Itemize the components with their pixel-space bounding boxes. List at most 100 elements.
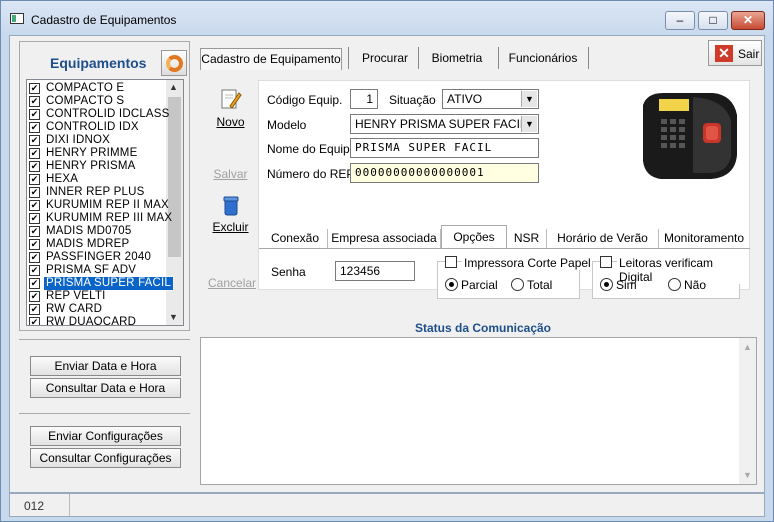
codigo-label: Código Equip. [267,93,343,107]
list-item[interactable]: ✔ CONTROLID IDCLASS [29,108,169,121]
enviar-data-hora-button[interactable]: Enviar Data e Hora [30,356,181,376]
item-checkbox[interactable]: ✔ [29,96,40,107]
list-item[interactable]: ✔ DIXI IDNOX [29,134,167,147]
list-item[interactable]: ✔ HENRY PRIMME [29,147,167,160]
window-title: Cadastro de Equipamentos [31,13,177,27]
list-item[interactable]: ✔ HENRY PRISMA [29,160,167,173]
title-bar: Cadastro de Equipamentos – □ ✕ [1,1,773,35]
tab-empresa-associada[interactable]: Empresa associada [328,229,441,249]
scroll-down-icon[interactable]: ▼ [743,470,752,480]
tab-conexao[interactable]: Conexão [263,229,328,249]
item-checkbox[interactable]: ✔ [29,200,40,211]
equipment-form: Código Equip. 1 Situação ATIVO ▼ Modelo … [258,80,750,299]
item-checkbox[interactable]: ✔ [29,317,40,325]
item-checkbox[interactable]: ✔ [29,291,40,302]
situacao-select[interactable]: ATIVO ▼ [442,89,539,109]
sair-button[interactable]: ✕ Sair [708,40,762,66]
modelo-label: Modelo [267,118,307,132]
tab-horario-verao[interactable]: Horário de Verão [547,229,659,249]
scroll-thumb[interactable] [168,97,181,257]
status-scrollbar[interactable]: ▲ ▼ [739,338,756,484]
item-checkbox[interactable]: ✔ [29,174,40,185]
list-item[interactable]: ✔ REP VELTI [29,290,167,303]
item-checkbox[interactable]: ✔ [29,187,40,198]
total-radio[interactable] [511,278,524,291]
item-checkbox[interactable]: ✔ [29,135,40,146]
status-log[interactable]: ▲ ▼ [200,337,757,485]
salvar-button[interactable]: Salvar [208,167,253,181]
item-checkbox[interactable]: ✔ [29,265,40,276]
maximize-button[interactable]: □ [698,11,728,30]
app-icon [10,13,24,24]
enviar-configuracoes-button[interactable]: Enviar Configurações [30,426,181,446]
senha-label: Senha [271,265,306,279]
item-checkbox[interactable]: ✔ [29,252,40,263]
rep-device-image [643,93,737,179]
item-checkbox[interactable]: ✔ [29,304,40,315]
tab-cadastro[interactable]: Cadastro de Equipamento [200,48,342,70]
parcial-label: Parcial [461,278,498,292]
list-item[interactable]: ✔ KURUMIM REP II MAX [29,199,169,212]
consultar-configuracoes-button[interactable]: Consultar Configurações [30,448,181,468]
leitoras-checkbox[interactable] [600,256,612,268]
excluir-button[interactable]: Excluir [208,195,253,234]
item-checkbox[interactable]: ✔ [29,83,40,94]
minimize-button[interactable]: – [665,11,695,30]
list-item[interactable]: ✔ PASSFINGER 2040 [29,251,167,264]
equipment-panel: Equipamentos ▲ ▼ ✔ COMPACTO E ✔ COMPACTO S ✔… [19,41,190,331]
item-label: CONTROLID IDX [46,121,139,133]
tab-separator [588,47,589,69]
novo-button[interactable]: Novo [208,88,253,129]
list-item[interactable]: ✔ MADIS MD0705 [29,225,167,238]
senha-field[interactable]: 123456 [335,261,415,281]
impressora-checkbox[interactable] [445,256,457,268]
config-buttons: Enviar Configurações Consultar Configura… [19,413,190,493]
item-checkbox[interactable]: ✔ [29,226,40,237]
tab-biometria[interactable]: Biometria [422,48,492,70]
consultar-data-hora-button[interactable]: Consultar Data e Hora [30,378,181,398]
tab-procurar[interactable]: Procurar [352,48,418,70]
cancelar-button[interactable]: Cancelar [208,276,256,290]
item-checkbox[interactable]: ✔ [29,239,40,250]
item-label: KURUMIM REP III MAX [46,212,173,224]
tab-opcoes[interactable]: Opções [441,225,507,249]
close-button[interactable]: ✕ [731,11,765,30]
modelo-select[interactable]: HENRY PRISMA SUPER FACIL ▼ [350,114,539,134]
list-item[interactable]: ✔ COMPACTO E [29,82,167,95]
scroll-down-icon[interactable]: ▼ [169,312,178,322]
list-item[interactable]: ✔ PRISMA SUPER FACIL [29,276,175,291]
impressora-label: Impressora Corte Papel [462,256,593,270]
tab-funcionarios[interactable]: Funcionários [502,48,584,70]
tab-nsr[interactable]: NSR [507,229,547,249]
item-checkbox[interactable]: ✔ [29,109,40,120]
numero-rep-field[interactable]: 00000000000000001 [350,163,539,183]
list-item[interactable]: ✔ MADIS MDREP [29,238,167,251]
item-checkbox[interactable]: ✔ [29,278,40,289]
codigo-field[interactable]: 1 [350,89,378,109]
client-area: Equipamentos ▲ ▼ ✔ COMPACTO E ✔ COMPACTO S ✔… [9,35,765,493]
item-label: RW DUAOCARD [46,316,137,326]
item-label: MADIS MDREP [46,238,130,250]
scroll-up-icon[interactable]: ▲ [743,342,752,352]
item-checkbox[interactable]: ✔ [29,213,40,224]
list-item[interactable]: ✔ CONTROLID IDX [29,121,167,134]
tab-monitoramento[interactable]: Monitoramento [659,229,749,249]
list-item[interactable]: ✔ COMPACTO S [29,95,167,108]
item-checkbox[interactable]: ✔ [29,122,40,133]
list-item[interactable]: ✔ RW CARD [29,303,167,316]
list-item[interactable]: ✔ RW DUAOCARD [29,316,167,326]
list-item[interactable]: ✔ PRISMA SF ADV [29,264,167,277]
item-checkbox[interactable]: ✔ [29,148,40,159]
list-item[interactable]: ✔ HEXA [29,173,167,186]
sim-radio[interactable] [600,278,613,291]
nome-field[interactable]: PRISMA SUPER FACIL [350,138,539,158]
equipment-list[interactable]: ▲ ▼ ✔ COMPACTO E ✔ COMPACTO S ✔ CONTROLID IDC… [26,79,184,326]
list-item[interactable]: ✔ KURUMIM REP III MAX [29,212,172,225]
refresh-button[interactable] [161,50,187,76]
scroll-up-icon[interactable]: ▲ [169,82,178,92]
item-checkbox[interactable]: ✔ [29,161,40,172]
parcial-radio[interactable] [445,278,458,291]
chevron-down-icon: ▼ [521,116,537,132]
list-item[interactable]: ✔ INNER REP PLUS [29,186,167,199]
nao-radio[interactable] [668,278,681,291]
